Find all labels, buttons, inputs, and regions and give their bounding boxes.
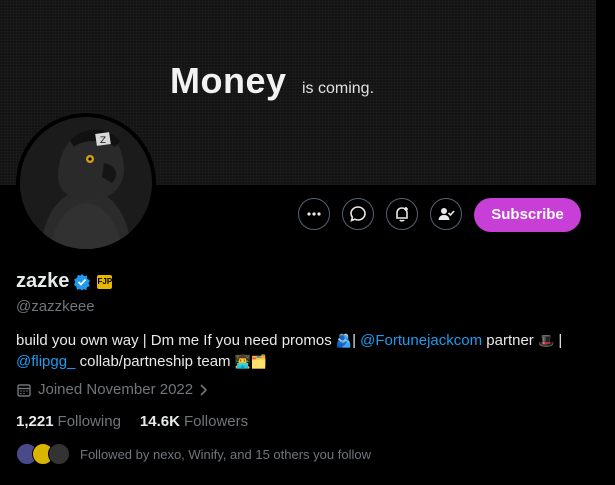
joined-date[interactable]: Joined November 2022 (16, 381, 209, 398)
bio-text: collab/partneship team (75, 353, 235, 370)
followed-by[interactable]: Followed by nexo, Winify, and 15 others … (16, 443, 371, 465)
display-name: zazke (16, 270, 70, 292)
following-label: Following (57, 413, 121, 430)
more-icon (307, 212, 321, 216)
avatar[interactable]: Z (16, 113, 156, 253)
followers-count: 14.6K (139, 413, 180, 430)
affiliate-badge[interactable]: FJP (97, 274, 113, 289)
subscribe-button[interactable]: Subscribe (474, 197, 581, 232)
mention-link-flipgg[interactable]: @flipgg_ (16, 353, 75, 370)
notify-icon (396, 207, 408, 222)
svg-text:Z: Z (100, 136, 106, 146)
name-row: zazke FJP (16, 270, 113, 293)
joined-label: Joined November 2022 (38, 381, 194, 398)
follow-stats: 1,221 Following 14.6K Followers (16, 413, 248, 430)
bio-text: build you own way | Dm me If you need pr… (16, 332, 336, 349)
followers-link[interactable]: 14.6K Followers (140, 413, 248, 430)
banner-headline: Money (170, 60, 287, 101)
following-icon (438, 208, 455, 220)
more-button[interactable] (298, 198, 330, 230)
verified-icon[interactable] (73, 273, 91, 291)
people-hugging-icon: 🫂 (335, 333, 353, 348)
banner-subline: is coming. (302, 80, 375, 97)
followed-by-text: Followed by nexo, Winify, and 15 others … (80, 446, 371, 462)
top-hat-icon: 🎩 (537, 333, 555, 348)
message-button[interactable] (342, 198, 374, 230)
avatar (48, 443, 70, 465)
following-count: 1,221 (16, 413, 54, 430)
user-handle: @zazzkeee (16, 298, 95, 315)
scrollbar[interactable] (596, 0, 615, 485)
mention-link-fortunejack[interactable]: @Fortunejackcom (360, 332, 482, 349)
avatar-image: Z (20, 117, 152, 249)
bio-text: | (554, 332, 563, 349)
followers-label: Followers (183, 413, 249, 430)
notify-button[interactable] (386, 198, 418, 230)
chevron-right-icon (200, 383, 208, 396)
calendar-icon (17, 383, 31, 397)
bio-text: | (352, 332, 361, 349)
technologist-folder-icon: 👨‍💻🗂️ (234, 354, 268, 369)
message-icon (350, 206, 366, 222)
profile-bio: build you own way | Dm me If you need pr… (16, 330, 586, 372)
bio-text: partner (482, 332, 538, 349)
following-link[interactable]: 1,221 Following (16, 413, 121, 430)
following-button[interactable] (430, 198, 462, 230)
